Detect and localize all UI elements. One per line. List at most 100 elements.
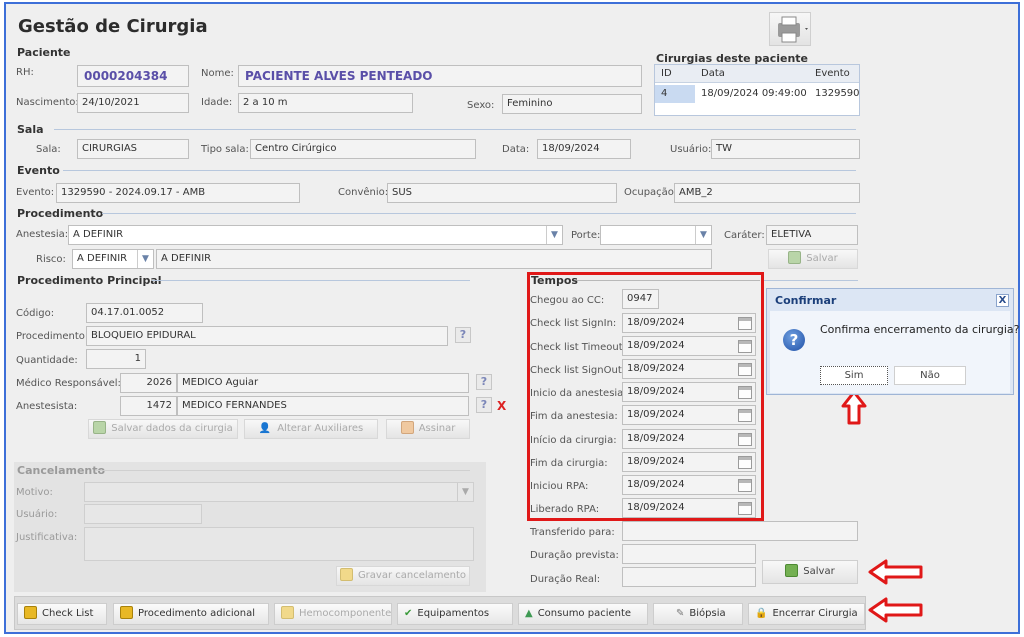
save-icon bbox=[93, 421, 107, 434]
medico-field[interactable]: MEDICO Aguiar bbox=[177, 373, 469, 393]
consumo-paciente-button[interactable]: ▲ Consumo paciente bbox=[518, 603, 648, 625]
chevron-down-icon[interactable]: ▼ bbox=[137, 250, 153, 268]
justificativa-field[interactable] bbox=[84, 527, 474, 561]
save-icon bbox=[785, 564, 799, 577]
nascimento-label: Nascimento: bbox=[16, 97, 79, 108]
anestesista-id-field[interactable]: 1472 bbox=[120, 396, 177, 416]
evento-label: Evento: bbox=[16, 187, 55, 198]
procedimento-adicional-button[interactable]: Procedimento adicional bbox=[113, 603, 269, 625]
anestesista-field[interactable]: MEDICO FERNANDES bbox=[177, 396, 469, 416]
section-evento: Evento bbox=[17, 164, 60, 177]
dialog-title: Confirmar bbox=[775, 294, 837, 307]
encerrar-cirurgia-button[interactable]: 🔒 Encerrar Cirurgia bbox=[748, 603, 865, 625]
ocupacao-field[interactable]: AMB_2 bbox=[674, 183, 860, 203]
salvar-dados-button[interactable]: Salvar dados da cirurgia bbox=[88, 419, 238, 439]
data-label: Data: bbox=[502, 144, 530, 155]
table-cell-data: 18/09/2024 09:49:00 bbox=[701, 88, 807, 99]
alterar-auxiliares-button[interactable]: 👤 Alterar Auxiliares bbox=[244, 419, 378, 439]
tipo-sala-field[interactable]: Centro Cirúrgico bbox=[250, 139, 476, 159]
usuario-field[interactable]: TW bbox=[711, 139, 860, 159]
left-arrow-annotation-icon bbox=[868, 559, 923, 585]
duracao-prevista-field[interactable] bbox=[622, 544, 756, 564]
sexo-label: Sexo: bbox=[467, 100, 495, 111]
assinar-button[interactable]: Assinar bbox=[386, 419, 470, 439]
divider bbox=[764, 280, 858, 281]
biopsy-icon: ✎ bbox=[676, 608, 685, 619]
table-cell-evento: 1329590 bbox=[815, 88, 860, 99]
biopsia-button[interactable]: ✎ Biópsia bbox=[653, 603, 743, 625]
page-title: Gestão de Cirurgia bbox=[18, 16, 208, 37]
lock-icon: 🔒 bbox=[755, 608, 768, 619]
duracao-real-field[interactable] bbox=[622, 567, 756, 587]
close-icon[interactable]: X bbox=[996, 294, 1009, 307]
motivo-select[interactable]: ▼ bbox=[84, 482, 474, 502]
sala-field[interactable]: CIRURGIAS bbox=[77, 139, 189, 159]
gravar-cancelamento-button[interactable]: Gravar cancelamento bbox=[336, 566, 470, 586]
anestesia-select[interactable]: A DEFINIR ▼ bbox=[68, 225, 563, 245]
divider bbox=[63, 170, 856, 171]
col-header-id[interactable]: ID bbox=[661, 68, 672, 79]
help-icon[interactable]: ? bbox=[455, 327, 471, 343]
divider bbox=[96, 470, 470, 471]
checkmark-icon: ✔ bbox=[404, 608, 413, 619]
gravar-cancelamento-label: Gravar cancelamento bbox=[357, 570, 467, 581]
risco-desc-field[interactable]: A DEFINIR bbox=[156, 249, 712, 269]
section-cancelamento: Cancelamento bbox=[17, 464, 106, 477]
justificativa-label: Justificativa: bbox=[16, 532, 78, 543]
anestesia-label: Anestesia: bbox=[16, 229, 69, 240]
up-arrow-annotation-icon bbox=[841, 390, 867, 425]
person-icon: 👤 bbox=[258, 423, 272, 434]
section-procedimento-principal: Procedimento Principal bbox=[17, 274, 162, 287]
codigo-field[interactable]: 04.17.01.0052 bbox=[86, 303, 203, 323]
salvar-label: Salvar bbox=[806, 253, 838, 264]
hemocomponente-button[interactable]: Hemocomponente bbox=[274, 603, 392, 625]
check-list-button[interactable]: Check List bbox=[17, 603, 107, 625]
table-row[interactable]: 4 18/09/2024 09:49:00 1329590 bbox=[655, 85, 860, 103]
risco-label: Risco: bbox=[36, 254, 66, 265]
nascimento-field[interactable]: 24/10/2021 bbox=[77, 93, 189, 113]
app-window: Gestão de Cirurgia Paciente RH: 00002043… bbox=[4, 2, 1020, 634]
help-icon[interactable]: ? bbox=[476, 397, 492, 413]
rh-label: RH: bbox=[16, 67, 34, 78]
chevron-down-icon[interactable]: ▼ bbox=[546, 226, 562, 244]
rh-field[interactable]: 0000204384 bbox=[77, 65, 189, 87]
col-header-data[interactable]: Data bbox=[701, 68, 725, 79]
transferido-field[interactable] bbox=[622, 521, 858, 541]
idade-field[interactable]: 2 a 10 m bbox=[238, 93, 413, 113]
col-header-evento[interactable]: Evento bbox=[815, 68, 850, 79]
data-field[interactable]: 18/09/2024 bbox=[537, 139, 631, 159]
evento-field[interactable]: 1329590 - 2024.09.17 - AMB bbox=[56, 183, 300, 203]
equipamentos-label: Equipamentos bbox=[417, 608, 490, 619]
carater-field[interactable]: ELETIVA bbox=[766, 225, 858, 245]
salvar-tempos-button[interactable]: Salvar bbox=[762, 560, 858, 584]
chevron-down-icon[interactable]: ▼ bbox=[457, 483, 473, 501]
biopsia-label: Biópsia bbox=[689, 608, 726, 619]
checklist-icon bbox=[24, 606, 37, 619]
risco-select[interactable]: A DEFINIR ▼ bbox=[72, 249, 154, 269]
quantidade-field[interactable]: 1 bbox=[86, 349, 146, 369]
cancel-usuario-field[interactable] bbox=[84, 504, 202, 524]
equipamentos-button[interactable]: ✔ Equipamentos bbox=[397, 603, 513, 625]
yes-button[interactable]: Sim bbox=[820, 366, 888, 385]
salvar-tempos-label: Salvar bbox=[803, 566, 835, 577]
chevron-down-icon[interactable]: ▼ bbox=[695, 226, 711, 244]
no-button[interactable]: Não bbox=[894, 366, 966, 385]
remove-icon[interactable]: X bbox=[497, 399, 506, 413]
printer-icon bbox=[778, 16, 808, 43]
porte-select[interactable]: ▼ bbox=[600, 225, 712, 245]
medico-id-field[interactable]: 2026 bbox=[120, 373, 177, 393]
transferido-label: Transferido para: bbox=[530, 527, 615, 538]
assinar-label: Assinar bbox=[418, 423, 456, 434]
sexo-field[interactable]: Feminino bbox=[502, 94, 642, 114]
nome-field[interactable]: PACIENTE ALVES PENTEADO bbox=[238, 65, 642, 87]
salvar-procedimento-button[interactable]: Salvar bbox=[768, 249, 858, 269]
procedimento-field[interactable]: BLOQUEIO EPIDURAL bbox=[86, 326, 448, 346]
table-cell-id: 4 bbox=[661, 88, 668, 99]
help-icon[interactable]: ? bbox=[476, 374, 492, 390]
print-button[interactable] bbox=[769, 12, 811, 46]
procedure-icon bbox=[120, 606, 133, 619]
convenio-field[interactable]: SUS bbox=[387, 183, 617, 203]
ocupacao-label: Ocupação: bbox=[624, 187, 678, 198]
alterar-auxiliares-label: Alterar Auxiliares bbox=[277, 423, 364, 434]
divider bbox=[54, 129, 856, 130]
